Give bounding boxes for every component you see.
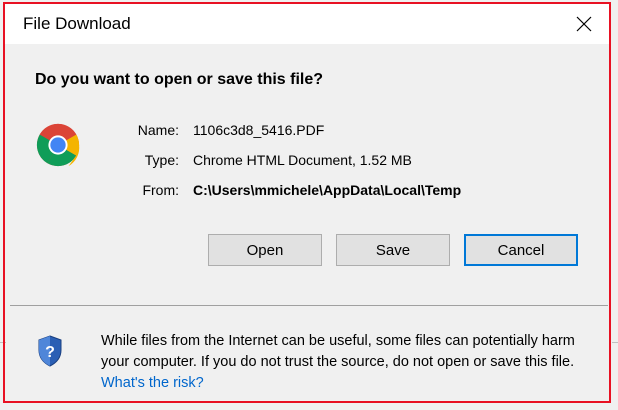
- shield-icon: ?: [38, 335, 62, 367]
- window-title: File Download: [23, 14, 131, 33]
- right-edge-line: [612, 342, 618, 343]
- file-name-value: 1106c3d8_5416.PDF: [193, 122, 325, 138]
- dialog-question: Do you want to open or save this file?: [35, 71, 324, 88]
- cancel-button[interactable]: Cancel: [464, 234, 578, 266]
- type-label: Type:: [144, 152, 179, 168]
- warning-message: While files from the Internet can be use…: [101, 333, 575, 370]
- chrome-icon: [36, 123, 80, 167]
- section-divider: [10, 305, 608, 306]
- title-bar[interactable]: File Download: [5, 4, 609, 44]
- close-icon: [576, 16, 592, 32]
- save-button[interactable]: Save: [336, 234, 450, 266]
- whats-the-risk-link[interactable]: What's the risk?: [101, 375, 204, 391]
- name-label: Name:: [137, 122, 179, 138]
- file-type-value: Chrome HTML Document, 1.52 MB: [193, 152, 412, 168]
- from-label: From:: [142, 182, 179, 198]
- file-download-dialog: File Download Do you want to open or sav…: [0, 0, 618, 410]
- security-warning: While files from the Internet can be use…: [101, 331, 601, 394]
- close-button[interactable]: [569, 10, 599, 38]
- file-source-value: C:\Users\mmichele\AppData\Local\Temp: [193, 182, 462, 198]
- open-button[interactable]: Open: [208, 234, 322, 266]
- svg-text:?: ?: [45, 344, 55, 361]
- left-edge-line: [0, 342, 6, 343]
